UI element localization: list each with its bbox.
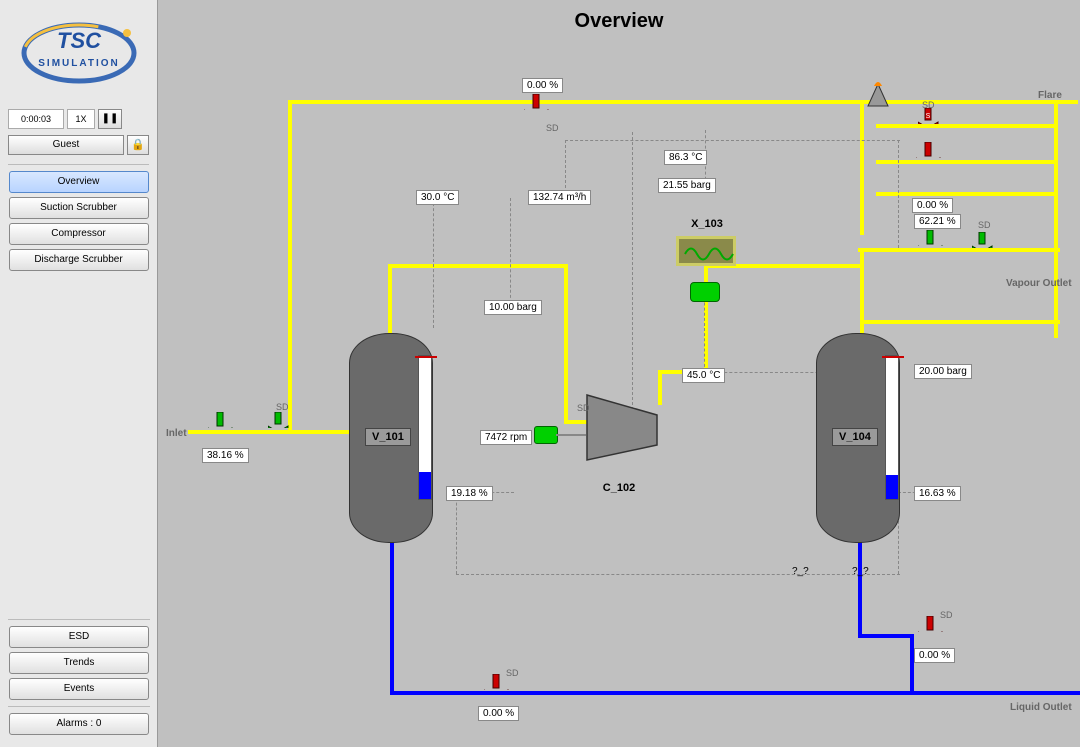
vessel-v101-tag: V_101 bbox=[365, 428, 411, 446]
reading-temp-hx-out: 45.0 °C bbox=[682, 368, 725, 383]
reading-pcv-top: 0.00 % bbox=[522, 78, 563, 93]
reading-fcv-inlet: 38.16 % bbox=[202, 448, 249, 463]
fcv-vapour-outlet[interactable] bbox=[918, 230, 944, 246]
sim-speed-select[interactable]: 1X bbox=[67, 109, 95, 129]
nav-suction-scrubber[interactable]: Suction Scrubber bbox=[9, 197, 149, 219]
cooler-fan-icon bbox=[690, 282, 720, 302]
exchanger-tag: X_103 bbox=[684, 218, 730, 230]
reading-flow-mid: 132.74 m³/h bbox=[528, 190, 591, 205]
label-inlet: Inlet bbox=[166, 428, 187, 439]
level-gauge-v101 bbox=[418, 355, 432, 500]
nav-overview[interactable]: Overview bbox=[9, 171, 149, 193]
valve-inlet-fcv[interactable] bbox=[208, 412, 234, 428]
reading-lcv-v101: 0.00 % bbox=[478, 706, 519, 721]
exchanger-x103[interactable] bbox=[676, 236, 736, 266]
level-gauge-v104 bbox=[885, 355, 899, 500]
lock-button[interactable]: 🔒 bbox=[127, 135, 149, 155]
process-diagram: V_101 V_104 C_102 X_103 bbox=[158, 50, 1080, 747]
compressor-c102[interactable] bbox=[582, 390, 662, 465]
reading-press-hx: 21.55 barg bbox=[658, 178, 716, 193]
pcv-top[interactable] bbox=[524, 94, 550, 110]
nav-events[interactable]: Events bbox=[9, 678, 149, 700]
label-liquid-outlet: Liquid Outlet bbox=[1010, 702, 1072, 713]
label-vapour-outlet: Vapour Outlet bbox=[1006, 278, 1072, 289]
reading-rpm: 7472 rpm bbox=[480, 430, 532, 445]
nav-esd[interactable]: ESD bbox=[9, 626, 149, 648]
nav-discharge-scrubber[interactable]: Discharge Scrubber bbox=[9, 249, 149, 271]
sd-lcv-v101: SD bbox=[506, 668, 519, 678]
reading-pcv-flare2: 0.00 % bbox=[912, 198, 953, 213]
reading-lcv-v104: 0.00 % bbox=[914, 648, 955, 663]
sd-pcv-top: SD bbox=[546, 123, 559, 133]
nav-alarms[interactable]: Alarms : 0 bbox=[9, 713, 149, 735]
reading-fcv-vapour: 62.21 % bbox=[914, 214, 961, 229]
reading-lvl-v101: 19.18 % bbox=[446, 486, 493, 501]
sim-time-display: 0:00:03 bbox=[8, 109, 64, 129]
compressor-motor bbox=[534, 426, 558, 444]
reading-press-v101: 10.00 barg bbox=[484, 300, 542, 315]
flare-icon bbox=[864, 80, 892, 110]
sd-lcv-v104: SD bbox=[940, 610, 953, 620]
xv-flare-top[interactable]: S bbox=[918, 108, 944, 124]
sd-inlet-xv: SD bbox=[276, 402, 289, 412]
sd-vapour-xv: SD bbox=[978, 220, 991, 230]
user-button[interactable]: Guest bbox=[8, 135, 124, 155]
main-view: Overview bbox=[158, 0, 1080, 747]
reading-press-v104: 20.00 barg bbox=[914, 364, 972, 379]
questionmark-1: ?_? bbox=[792, 566, 809, 577]
xv-inlet[interactable] bbox=[268, 412, 294, 428]
svg-text:SIMULATION: SIMULATION bbox=[38, 58, 119, 69]
sd-flare-xv: SD bbox=[922, 100, 935, 110]
svg-text:S: S bbox=[926, 113, 931, 120]
sidebar: TSC SIMULATION 0:00:03 1X ❚❚ Guest 🔒 Ove… bbox=[0, 0, 158, 747]
reading-lvl-v104: 16.63 % bbox=[914, 486, 961, 501]
reading-temp-hx-in: 86.3 °C bbox=[664, 150, 707, 165]
tsc-logo: TSC SIMULATION bbox=[9, 8, 149, 98]
page-title: Overview bbox=[158, 10, 1080, 33]
reading-temp-left: 30.0 °C bbox=[416, 190, 459, 205]
nav-compressor[interactable]: Compressor bbox=[9, 223, 149, 245]
label-flare: Flare bbox=[1038, 90, 1062, 101]
nav-trends[interactable]: Trends bbox=[9, 652, 149, 674]
sd-motor: SD bbox=[577, 403, 590, 413]
play-pause-button[interactable]: ❚❚ bbox=[98, 109, 122, 129]
pcv-flare2[interactable] bbox=[916, 142, 942, 158]
xv-vapour-outlet[interactable] bbox=[972, 232, 998, 248]
questionmark-2: ?_? bbox=[852, 566, 869, 577]
svg-text:TSC: TSC bbox=[57, 28, 102, 53]
vessel-v104-tag: V_104 bbox=[832, 428, 878, 446]
compressor-tag: C_102 bbox=[594, 482, 644, 494]
